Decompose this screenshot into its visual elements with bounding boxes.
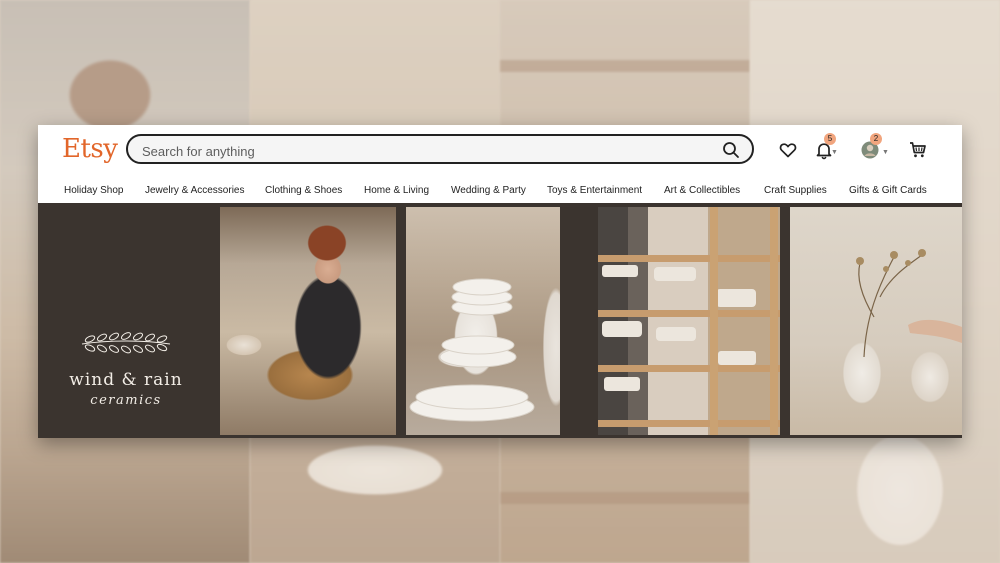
banner-photo-vase-dried-flowers	[790, 207, 962, 435]
search-icon[interactable]	[722, 141, 740, 159]
nav-item-art-collectibles[interactable]: Art & Collectibles	[664, 185, 740, 196]
banner-photo-stacked-plates	[406, 207, 560, 435]
laurel-branch-icon	[81, 332, 171, 354]
site-header: Etsy 5 ▼	[38, 125, 962, 203]
shop-banner: wind & rain ceramics	[38, 203, 962, 438]
category-nav: Holiday Shop Jewelry & Accessories Cloth…	[38, 177, 962, 203]
chevron-down-icon: ▼	[831, 149, 838, 156]
shop-tagline: ceramics	[90, 393, 162, 408]
dried-flower-stem-illustration	[856, 249, 962, 358]
nav-item-jewelry-accessories[interactable]: Jewelry & Accessories	[145, 185, 244, 196]
plates-illustration	[409, 278, 535, 422]
nav-item-craft-supplies[interactable]: Craft Supplies	[764, 185, 827, 196]
search-bar	[126, 134, 754, 164]
banner-photo-pottery-shelves	[598, 207, 780, 435]
nav-item-home-living[interactable]: Home & Living	[364, 185, 429, 196]
nav-item-toys-entertainment[interactable]: Toys & Entertainment	[547, 185, 642, 196]
etsy-logo[interactable]: Etsy	[62, 134, 118, 164]
etsy-shop-window: Etsy 5 ▼	[38, 125, 962, 438]
nav-item-holiday-shop[interactable]: Holiday Shop	[64, 185, 123, 196]
notification-count-badge: 5	[824, 133, 836, 145]
nav-item-gifts-gift-cards[interactable]: Gifts & Gift Cards	[849, 185, 927, 196]
nav-item-wedding-party[interactable]: Wedding & Party	[451, 185, 526, 196]
shop-brand-panel: wind & rain ceramics	[38, 203, 214, 438]
banner-photo-potter-at-wheel	[220, 207, 396, 435]
cart-icon[interactable]	[908, 140, 928, 160]
account-button[interactable]: 2 ▼	[860, 133, 890, 160]
nav-item-clothing-shoes[interactable]: Clothing & Shoes	[265, 185, 342, 196]
chevron-down-icon: ▼	[882, 149, 889, 156]
shop-name: wind & rain	[69, 370, 183, 390]
notifications-button[interactable]: 5 ▼	[814, 133, 838, 160]
shelves-illustration	[602, 207, 778, 435]
account-count-badge: 2	[870, 133, 882, 145]
search-input[interactable]	[140, 140, 704, 162]
heart-icon[interactable]	[778, 140, 798, 160]
